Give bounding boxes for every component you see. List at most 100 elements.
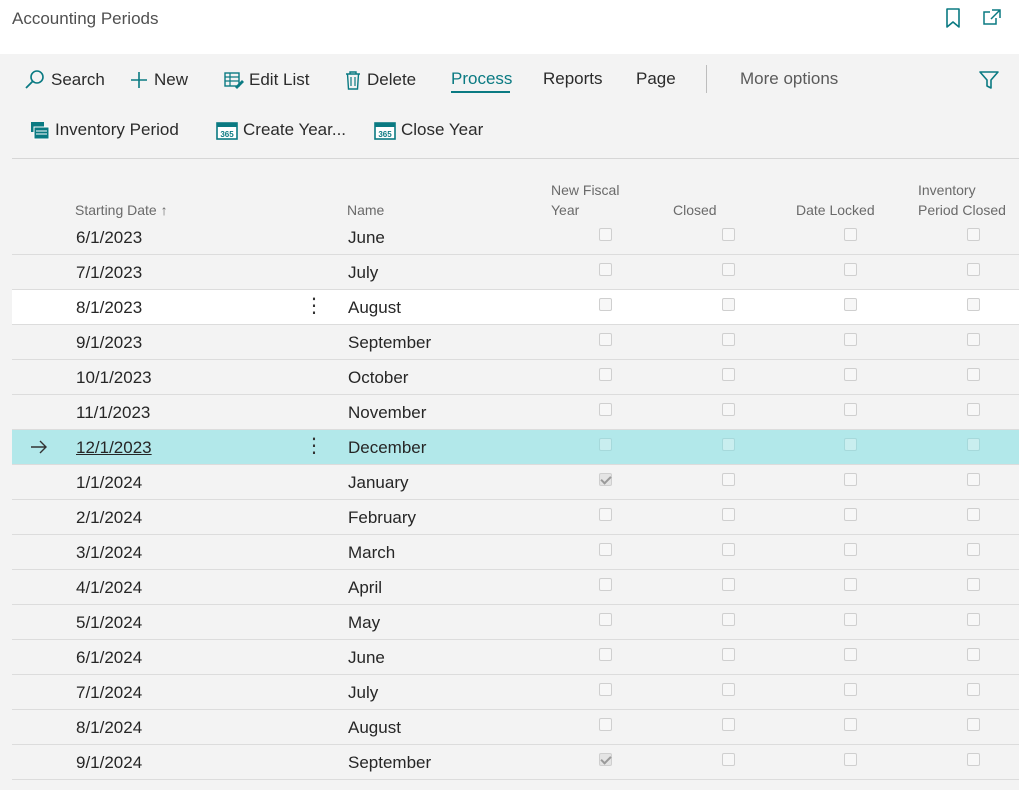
inventory-period-closed-checkbox[interactable]	[967, 648, 980, 661]
closed-checkbox[interactable]	[722, 298, 735, 311]
name-cell[interactable]: May	[348, 613, 380, 633]
inventory-period-closed-checkbox[interactable]	[967, 473, 980, 486]
new-fiscal-year-checkbox[interactable]	[599, 613, 612, 626]
inventory-period-closed-checkbox[interactable]	[967, 508, 980, 521]
new-fiscal-year-checkbox[interactable]	[599, 508, 612, 521]
edit-list-button[interactable]: Edit List	[224, 69, 309, 91]
closed-checkbox[interactable]	[722, 648, 735, 661]
inventory-period-closed-checkbox[interactable]	[967, 438, 980, 451]
date-locked-checkbox[interactable]	[844, 403, 857, 416]
filter-icon[interactable]	[978, 70, 1000, 90]
closed-checkbox[interactable]	[722, 613, 735, 626]
inventory-period-closed-checkbox[interactable]	[967, 613, 980, 626]
name-cell[interactable]: March	[348, 543, 395, 563]
date-locked-checkbox[interactable]	[844, 753, 857, 766]
table-row[interactable]: 1/1/2024 January	[12, 465, 1019, 500]
date-locked-checkbox[interactable]	[844, 473, 857, 486]
inventory-period-closed-checkbox[interactable]	[967, 578, 980, 591]
column-header-date-locked[interactable]: Date Locked	[796, 200, 875, 220]
new-fiscal-year-checkbox[interactable]	[599, 683, 612, 696]
starting-date-cell[interactable]: 10/1/2023	[76, 368, 152, 388]
column-header-new-fiscal-year[interactable]: New Fiscal Year	[551, 180, 619, 220]
tab-process[interactable]: Process	[451, 69, 512, 89]
create-year-button[interactable]: 365 Create Year...	[216, 119, 346, 141]
table-row[interactable]: 9/1/2023 September	[12, 325, 1019, 360]
column-header-starting-date[interactable]: Starting Date ↑	[75, 200, 168, 220]
table-row[interactable]: 2/1/2024 February	[12, 500, 1019, 535]
row-actions-menu-icon[interactable]: ⋮	[304, 436, 324, 456]
new-fiscal-year-checkbox[interactable]	[599, 648, 612, 661]
table-row[interactable]: 7/1/2023 July	[12, 255, 1019, 290]
date-locked-checkbox[interactable]	[844, 718, 857, 731]
table-row[interactable]: 6/1/2024 June	[12, 640, 1019, 675]
row-actions-menu-icon[interactable]: ⋮	[304, 296, 324, 316]
table-row[interactable]: 10/1/2023 October	[12, 360, 1019, 395]
inventory-period-button[interactable]: Inventory Period	[30, 119, 179, 141]
new-fiscal-year-checkbox[interactable]	[599, 543, 612, 556]
starting-date-cell[interactable]: 9/1/2024	[76, 753, 142, 773]
new-fiscal-year-checkbox[interactable]	[599, 298, 612, 311]
starting-date-cell[interactable]: 12/1/2023	[76, 438, 152, 458]
starting-date-cell[interactable]: 9/1/2023	[76, 333, 142, 353]
name-cell[interactable]: September	[348, 753, 431, 773]
new-fiscal-year-checkbox[interactable]	[599, 368, 612, 381]
name-cell[interactable]: April	[348, 578, 382, 598]
name-cell[interactable]: July	[348, 263, 378, 283]
inventory-period-closed-checkbox[interactable]	[967, 683, 980, 696]
date-locked-checkbox[interactable]	[844, 263, 857, 276]
table-row[interactable]: 6/1/2023 June	[12, 220, 1019, 255]
starting-date-cell[interactable]: 7/1/2023	[76, 263, 142, 283]
close-year-button[interactable]: 365 Close Year	[374, 119, 483, 141]
inventory-period-closed-checkbox[interactable]	[967, 368, 980, 381]
table-row[interactable]: 4/1/2024 April	[12, 570, 1019, 605]
name-cell[interactable]: January	[348, 473, 408, 493]
column-header-name[interactable]: Name	[347, 200, 384, 220]
name-cell[interactable]: June	[348, 648, 385, 668]
name-cell[interactable]: February	[348, 508, 416, 528]
starting-date-cell[interactable]: 6/1/2023	[76, 228, 142, 248]
closed-checkbox[interactable]	[722, 473, 735, 486]
name-cell[interactable]: August	[348, 718, 401, 738]
starting-date-cell[interactable]: 11/1/2023	[76, 403, 150, 423]
inventory-period-closed-checkbox[interactable]	[967, 228, 980, 241]
inventory-period-closed-checkbox[interactable]	[967, 298, 980, 311]
inventory-period-closed-checkbox[interactable]	[967, 718, 980, 731]
new-fiscal-year-checkbox[interactable]	[599, 333, 612, 346]
new-fiscal-year-checkbox[interactable]	[599, 578, 612, 591]
table-row[interactable]: 11/1/2023 November	[12, 395, 1019, 430]
new-button[interactable]: New	[129, 69, 188, 91]
closed-checkbox[interactable]	[722, 753, 735, 766]
new-fiscal-year-checkbox[interactable]	[599, 438, 612, 451]
delete-button[interactable]: Delete	[344, 69, 416, 91]
new-fiscal-year-checkbox[interactable]	[599, 753, 612, 766]
closed-checkbox[interactable]	[722, 438, 735, 451]
inventory-period-closed-checkbox[interactable]	[967, 263, 980, 276]
date-locked-checkbox[interactable]	[844, 438, 857, 451]
new-fiscal-year-checkbox[interactable]	[599, 403, 612, 416]
search-button[interactable]: Search	[24, 69, 105, 91]
starting-date-cell[interactable]: 6/1/2024	[76, 648, 142, 668]
new-fiscal-year-checkbox[interactable]	[599, 263, 612, 276]
inventory-period-closed-checkbox[interactable]	[967, 543, 980, 556]
tab-page[interactable]: Page	[636, 69, 676, 89]
date-locked-checkbox[interactable]	[844, 578, 857, 591]
closed-checkbox[interactable]	[722, 578, 735, 591]
tab-reports[interactable]: Reports	[543, 69, 603, 89]
closed-checkbox[interactable]	[722, 718, 735, 731]
bookmark-icon[interactable]	[944, 7, 962, 29]
new-fiscal-year-checkbox[interactable]	[599, 718, 612, 731]
inventory-period-closed-checkbox[interactable]	[967, 403, 980, 416]
table-row[interactable]: 3/1/2024 March	[12, 535, 1019, 570]
starting-date-cell[interactable]: 8/1/2024	[76, 718, 142, 738]
column-header-inventory-period-closed[interactable]: Inventory Period Closed	[918, 180, 1006, 220]
name-cell[interactable]: September	[348, 333, 431, 353]
name-cell[interactable]: July	[348, 683, 378, 703]
date-locked-checkbox[interactable]	[844, 228, 857, 241]
table-row[interactable]: 7/1/2024 July	[12, 675, 1019, 710]
more-options-button[interactable]: More options	[740, 69, 838, 89]
name-cell[interactable]: December	[348, 438, 426, 458]
closed-checkbox[interactable]	[722, 263, 735, 276]
name-cell[interactable]: August	[348, 298, 401, 318]
date-locked-checkbox[interactable]	[844, 298, 857, 311]
starting-date-cell[interactable]: 8/1/2023	[76, 298, 142, 318]
